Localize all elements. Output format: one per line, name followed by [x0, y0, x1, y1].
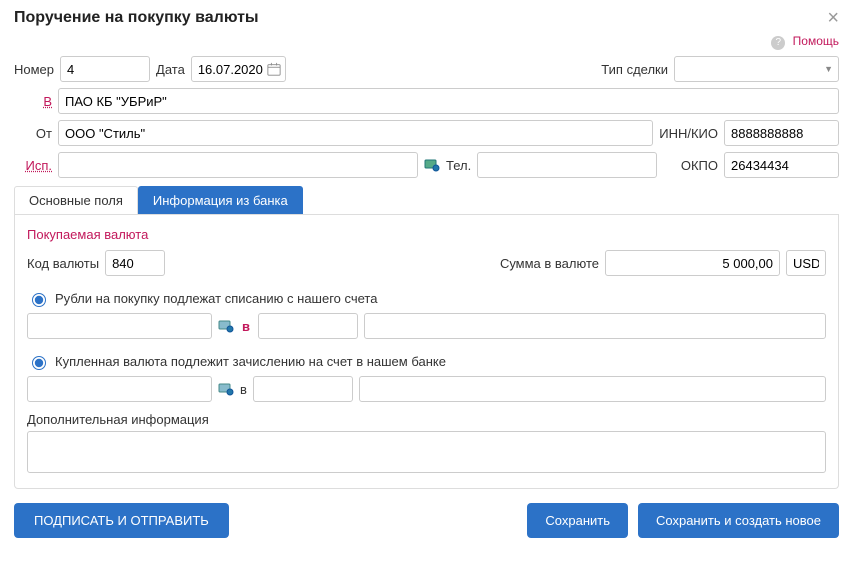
currency-amount-label: Сумма в валюте	[500, 256, 599, 271]
bought-radio-label: Купленная валюта подлежит зачислению на …	[55, 354, 446, 369]
ruble-bank-code-input[interactable]	[258, 313, 358, 339]
sign-send-button[interactable]: ПОДПИСАТЬ И ОТПРАВИТЬ	[14, 503, 229, 538]
tab-main[interactable]: Основные поля	[14, 186, 138, 214]
help-link[interactable]: Помощь	[14, 34, 839, 50]
addinfo-section: Дополнительная информация	[27, 412, 826, 476]
row-number-date: Номер Дата Тип сделки	[14, 56, 839, 82]
currency-unit	[786, 250, 826, 276]
tel-input[interactable]	[477, 152, 657, 178]
ruble-radio-row: Рубли на покупку подлежат списанию с наш…	[27, 290, 826, 307]
bought-bank-name-input[interactable]	[359, 376, 826, 402]
dialog-header: Поручение на покупку валюты ×	[14, 8, 839, 28]
number-label: Номер	[14, 62, 54, 77]
ruble-lookup-icon[interactable]	[218, 318, 234, 334]
bought-lookup-icon[interactable]	[218, 381, 234, 397]
date-wrap	[191, 56, 286, 82]
dialog: Поручение на покупку валюты × Помощь Ном…	[0, 0, 853, 552]
row-bank: В	[14, 88, 839, 114]
dialog-title: Поручение на покупку валюты	[14, 9, 259, 27]
currency-amount-input[interactable]	[605, 250, 780, 276]
currency-section-title: Покупаемая валюта	[27, 227, 826, 242]
bought-radio[interactable]	[32, 356, 46, 370]
tel-label: Тел.	[446, 158, 471, 173]
ruble-account-input[interactable]	[27, 313, 212, 339]
currency-code-input[interactable]	[105, 250, 165, 276]
ruble-bank-name-input[interactable]	[364, 313, 826, 339]
bought-radio-row: Купленная валюта подлежит зачислению на …	[27, 353, 826, 370]
bought-v-label: в	[240, 382, 247, 397]
from-label: От	[14, 126, 52, 141]
save-button[interactable]: Сохранить	[527, 503, 628, 538]
inn-input[interactable]	[724, 120, 839, 146]
addinfo-label: Дополнительная информация	[27, 412, 209, 427]
row-bought-account: в	[27, 376, 826, 402]
addinfo-textarea[interactable]	[27, 431, 826, 473]
row-from: От ИНН/КИО	[14, 120, 839, 146]
from-name-input[interactable]	[58, 120, 653, 146]
ruble-radio-label: Рубли на покупку подлежат списанию с наш…	[55, 291, 377, 306]
deal-type-select-wrap	[674, 56, 839, 82]
lookup-icon[interactable]	[424, 157, 440, 173]
tabs: Основные поля Информация из банка	[14, 186, 839, 215]
deal-type-label: Тип сделки	[601, 62, 668, 77]
ruble-radio[interactable]	[32, 293, 46, 307]
exec-label: Исп.	[14, 158, 52, 173]
save-new-button[interactable]: Сохранить и создать новое	[638, 503, 839, 538]
tab-body: Покупаемая валюта Код валюты Сумма в вал…	[14, 215, 839, 489]
okpo-input[interactable]	[724, 152, 839, 178]
bank-name-input[interactable]	[58, 88, 839, 114]
date-label: Дата	[156, 62, 185, 77]
inn-label: ИНН/КИО	[659, 126, 718, 141]
bought-account-input[interactable]	[27, 376, 212, 402]
help-label: Помощь	[793, 34, 839, 48]
bought-bank-code-input[interactable]	[253, 376, 353, 402]
bank-v-label: В	[14, 94, 52, 109]
row-currency: Код валюты Сумма в валюте	[27, 250, 826, 276]
close-icon[interactable]: ×	[827, 8, 839, 28]
buttons-row: ПОДПИСАТЬ И ОТПРАВИТЬ Сохранить Сохранит…	[14, 503, 839, 538]
ruble-v-label: в	[242, 319, 250, 334]
number-input[interactable]	[60, 56, 150, 82]
currency-code-label: Код валюты	[27, 256, 99, 271]
deal-type-select[interactable]	[674, 56, 839, 82]
tab-bank-info[interactable]: Информация из банка	[138, 186, 303, 214]
exec-name-input[interactable]	[58, 152, 418, 178]
row-ruble-account: в	[27, 313, 826, 339]
okpo-label: ОКПО	[681, 158, 718, 173]
row-exec: Исп. Тел. ОКПО	[14, 152, 839, 178]
date-input[interactable]	[191, 56, 286, 82]
